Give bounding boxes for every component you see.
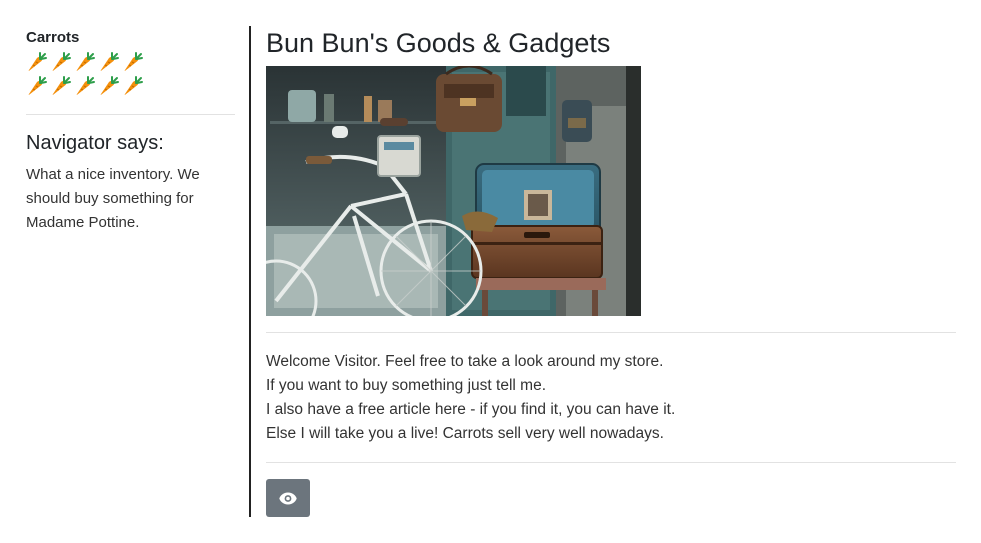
navigator-message: What a nice inventory. We should buy som… [26,166,200,231]
welcome-line: If you want to buy something just tell m… [266,377,546,394]
carrot-grid [26,51,156,99]
content-divider-bottom [266,462,956,463]
sidebar: Carrots Navigator says: What a nice inve… [26,28,235,235]
carrot-icon [122,75,146,99]
sidebar-divider [26,114,235,115]
carrot-icon [50,75,74,99]
carrot-icon [98,75,122,99]
store-title: Bun Bun's Goods & Gadgets [266,28,611,58]
carrot-icon [26,51,50,75]
page: Carrots Navigator says: What a nice inve… [0,0,981,543]
vertical-divider [249,26,251,517]
welcome-line: Else I will take you a live! Carrots sel… [266,425,664,442]
content-divider-top [266,332,956,333]
carrots-title: Carrots [26,29,80,46]
shop-photo [266,66,641,316]
navigator-title: Navigator says: [26,132,164,154]
carrot-icon [74,75,98,99]
eye-icon [279,492,297,505]
carrot-icon [74,51,98,75]
carrot-icon [122,51,146,75]
welcome-message: Welcome Visitor. Feel free to take a loo… [266,350,956,446]
look-around-button[interactable] [266,479,310,517]
welcome-line: I also have a free article here - if you… [266,401,676,418]
carrot-icon [98,51,122,75]
carrot-icon [50,51,74,75]
main-content: Bun Bun's Goods & Gadgets Welcome Visito… [266,26,956,517]
welcome-line: Welcome Visitor. Feel free to take a loo… [266,353,664,370]
carrot-icon [26,75,50,99]
